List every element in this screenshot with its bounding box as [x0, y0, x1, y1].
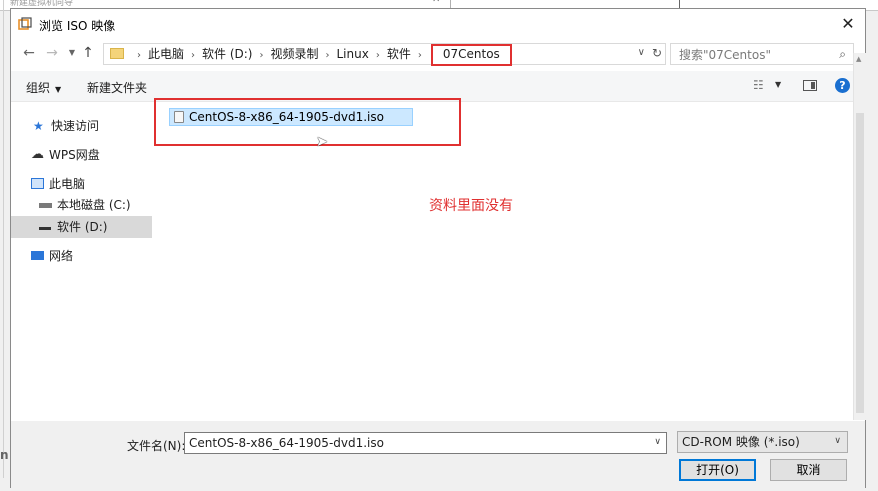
list-item[interactable]: CentOS-8-x86_64-1905-dvd1.iso	[169, 108, 413, 126]
navigation-pane: ★ 快速访问 ☁ WPS网盘 此电脑 本地磁盘 (C:) 软件 (D:) 网络	[11, 102, 152, 420]
chevron-down-icon[interactable]: ∨	[654, 437, 661, 447]
chevron-right-icon: ›	[375, 50, 380, 61]
nav-item-software-d[interactable]: 软件 (D:)	[11, 216, 152, 238]
address-row: ← → ▼ ↑ › 此电脑 › 软件 (D:) › 视频录制 › Linux › 软件 › 07Cen…	[11, 40, 865, 68]
chevron-right-icon: ›	[191, 50, 196, 61]
organize-label: 组织	[26, 81, 51, 95]
back-arrow-icon[interactable]: ←	[20, 44, 38, 62]
scrollbar-thumb[interactable]	[856, 113, 864, 413]
file-name: CentOS-8-x86_64-1905-dvd1.iso	[189, 110, 384, 124]
bottom-panel: 文件名(N): CentOS-8-x86_64-1905-dvd1.iso ∨ …	[11, 421, 865, 491]
background-window-text: 新建虚拟机向导	[10, 0, 74, 8]
background-border	[3, 0, 4, 478]
title-bar[interactable]: 浏览 ISO 映像 ✕	[11, 9, 865, 39]
nav-item-this-pc[interactable]: 此电脑	[11, 173, 152, 195]
preview-pane-icon[interactable]	[803, 80, 817, 91]
chevron-right-icon: ›	[137, 50, 141, 61]
drive-icon	[39, 203, 52, 208]
chevron-down-icon[interactable]: ▼	[775, 80, 781, 89]
filename-value[interactable]: CentOS-8-x86_64-1905-dvd1.iso	[189, 433, 384, 453]
file-type-select[interactable]: CD-ROM 映像 (*.iso) ∨	[677, 431, 848, 453]
nav-item-label: 软件 (D:)	[57, 220, 108, 234]
chevron-down-icon: ∨	[834, 436, 841, 446]
address-bar[interactable]: › 此电脑 › 软件 (D:) › 视频录制 › Linux › 软件 › 07Centos ∨ ↻	[103, 43, 666, 66]
breadcrumb-item-software[interactable]: 软件	[387, 47, 411, 61]
filename-label: 文件名(N):	[127, 439, 186, 453]
chevron-right-icon: ›	[325, 50, 330, 61]
nav-item-network[interactable]: 网络	[11, 245, 152, 267]
mouse-cursor-icon: ➤	[316, 134, 328, 150]
refresh-icon[interactable]: ↻	[652, 46, 662, 60]
breadcrumb: › 此电脑 › 软件 (D:) › 视频录制 › Linux › 软件 › 07Centos	[130, 44, 512, 66]
file-type-value: CD-ROM 映像 (*.iso)	[682, 435, 800, 449]
chevron-right-icon: ›	[417, 50, 422, 61]
annotation-note: 资料里面没有	[429, 198, 513, 214]
forward-arrow-icon[interactable]: →	[43, 44, 61, 62]
nav-item-label: 此电脑	[49, 177, 86, 191]
dialog-title: 浏览 ISO 映像	[39, 19, 116, 33]
nav-item-wps-drive[interactable]: ☁ WPS网盘	[11, 144, 152, 166]
filename-field[interactable]: CentOS-8-x86_64-1905-dvd1.iso ∨	[184, 432, 667, 454]
breadcrumb-item-software-d[interactable]: 软件 (D:)	[202, 47, 252, 61]
organize-button[interactable]: 组织 ▼	[26, 79, 61, 96]
browse-iso-dialog: 浏览 ISO 映像 ✕ ← → ▼ ↑ › 此电脑 › 软件 (D:) › 视频录制 › Li…	[10, 8, 866, 491]
chevron-down-icon[interactable]: ∨	[638, 47, 645, 58]
computer-icon	[31, 178, 44, 189]
breadcrumb-current-folder[interactable]: 07Centos	[430, 44, 512, 66]
help-icon[interactable]: ?	[835, 78, 850, 93]
cloud-icon: ☁	[31, 147, 44, 162]
search-input[interactable]	[677, 46, 831, 64]
command-toolbar: 组织 ▼ 新建文件夹 ☷ ▼ ?	[11, 71, 865, 102]
nav-item-quick-access[interactable]: ★ 快速访问	[11, 115, 152, 137]
nav-item-label: 快速访问	[51, 119, 100, 133]
view-options-icon[interactable]: ☷	[753, 78, 764, 92]
nav-item-local-disk-c[interactable]: 本地磁盘 (C:)	[11, 194, 152, 216]
network-icon	[31, 251, 44, 260]
chevron-right-icon: ›	[259, 50, 264, 61]
background-text: n	[0, 448, 9, 462]
nav-item-label: WPS网盘	[49, 148, 100, 162]
nav-item-label: 本地磁盘 (C:)	[57, 198, 131, 212]
chevron-down-icon: ▼	[55, 85, 62, 94]
breadcrumb-item-linux[interactable]: Linux	[337, 47, 369, 61]
search-icon[interactable]: ⌕	[839, 47, 846, 62]
up-arrow-icon[interactable]: ↑	[79, 44, 97, 62]
file-list[interactable]: CentOS-8-x86_64-1905-dvd1.iso ➤ 资料里面没有	[154, 98, 852, 420]
close-button[interactable]: ✕	[831, 9, 865, 39]
new-folder-button[interactable]: 新建文件夹	[87, 79, 147, 96]
search-box[interactable]: ⌕	[670, 43, 854, 65]
drive-icon	[39, 227, 51, 230]
breadcrumb-item-this-pc[interactable]: 此电脑	[148, 47, 184, 61]
scrollbar[interactable]: ▲	[853, 53, 866, 420]
background-close-icon: ✕	[432, 0, 440, 5]
vmware-app-icon	[18, 17, 32, 30]
iso-file-icon	[174, 111, 184, 123]
folder-icon	[110, 48, 124, 59]
scroll-up-icon[interactable]: ▲	[856, 55, 861, 63]
star-icon: ★	[33, 119, 44, 133]
breadcrumb-item-video-recording[interactable]: 视频录制	[270, 47, 318, 61]
nav-item-label: 网络	[49, 249, 74, 263]
